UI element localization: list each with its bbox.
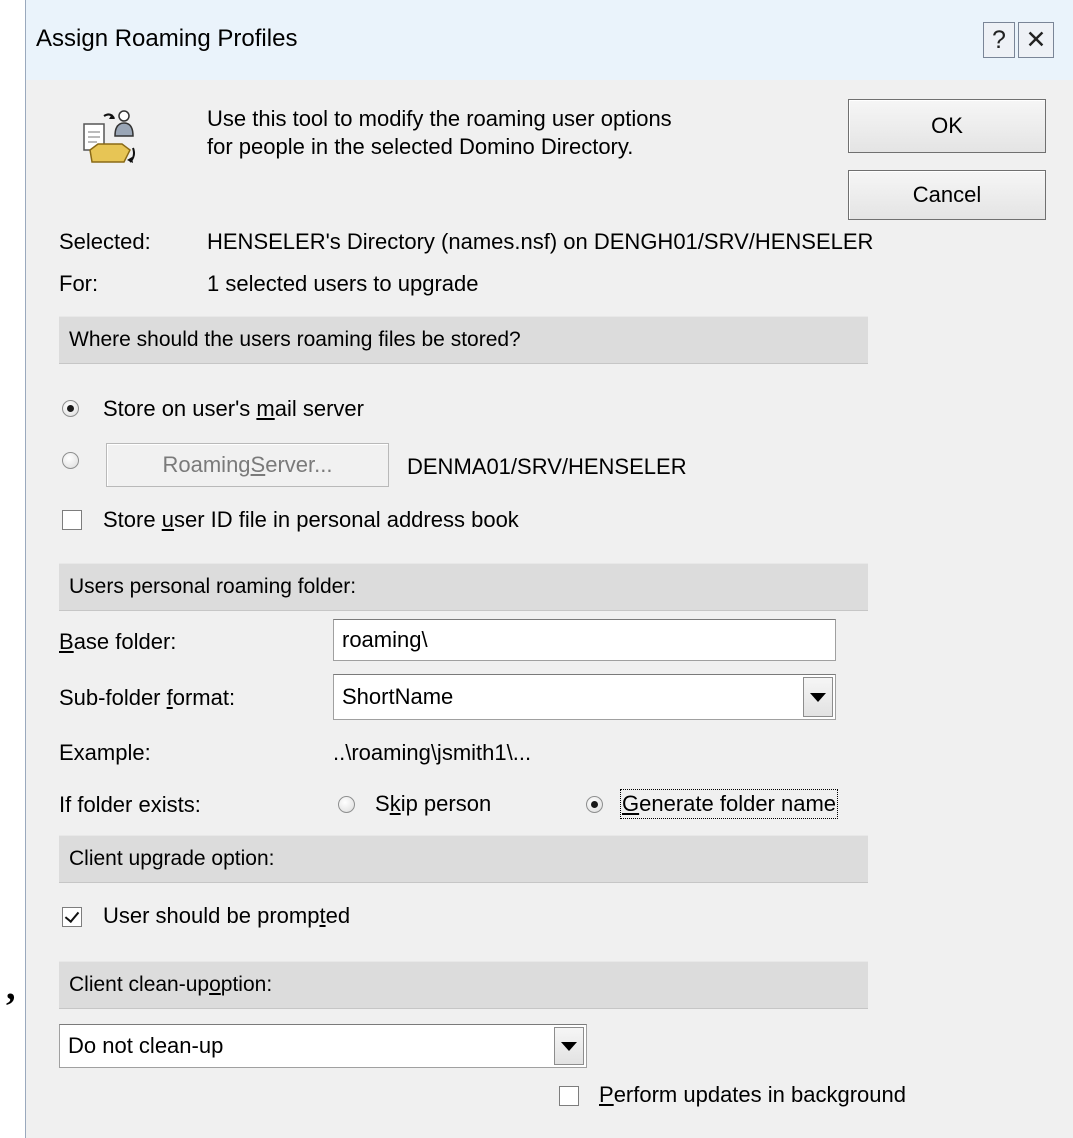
- upgrade-section-header: Client upgrade option:: [59, 835, 868, 883]
- ok-button[interactable]: OK: [848, 99, 1046, 153]
- cleanup-option-select[interactable]: Do not clean-up: [59, 1024, 587, 1068]
- background-updates-checkbox[interactable]: [559, 1086, 579, 1106]
- base-folder-label: Base folder:: [59, 629, 177, 654]
- user-prompted-label[interactable]: User should be prompted: [103, 903, 350, 929]
- close-icon[interactable]: ✕: [1018, 22, 1054, 58]
- if-folder-exists-label: If folder exists:: [59, 792, 201, 817]
- generate-folder-name-radio[interactable]: [586, 796, 603, 813]
- intro-line-1: Use this tool to modify the roaming user…: [207, 106, 672, 131]
- generate-folder-name-label[interactable]: Generate folder name: [619, 789, 839, 819]
- chevron-down-icon[interactable]: [554, 1027, 584, 1065]
- skip-person-radio[interactable]: [338, 796, 355, 813]
- intro-line-2: for people in the selected Domino Direct…: [207, 134, 634, 159]
- roaming-users-icon: [83, 110, 135, 163]
- title-bar: Assign Roaming Profiles ? ✕: [26, 0, 1073, 80]
- storage-section-header: Where should the users roaming files be …: [59, 316, 868, 364]
- selected-label: Selected:: [59, 229, 151, 254]
- for-value: 1 selected users to upgrade: [207, 271, 479, 296]
- for-label: For:: [59, 271, 99, 296]
- roaming-server-value: DENMA01/SRV/HENSELER: [407, 454, 687, 479]
- cleanup-option-value: Do not clean-up: [68, 1033, 224, 1058]
- window-title: Assign Roaming Profiles: [36, 25, 298, 52]
- mail-server-radio[interactable]: [62, 400, 79, 417]
- subfolder-format-select[interactable]: ShortName: [333, 674, 836, 720]
- chevron-down-icon[interactable]: [803, 677, 833, 717]
- subfolder-format-label: Sub-folder format:: [59, 685, 236, 710]
- mail-server-label[interactable]: Store on user's mail server: [103, 396, 364, 422]
- assign-roaming-profiles-dialog: Assign Roaming Profiles ? ✕ Use this too…: [25, 0, 1073, 1138]
- user-prompted-checkbox[interactable]: [62, 907, 82, 927]
- stray-comma: ,: [6, 966, 16, 1008]
- cleanup-section-header: Client clean-up o ption:: [59, 961, 868, 1009]
- selected-value: HENSELER's Directory (names.nsf) on DENG…: [207, 229, 874, 254]
- roaming-server-radio[interactable]: [62, 452, 79, 469]
- help-icon[interactable]: ?: [983, 22, 1015, 58]
- cancel-button[interactable]: Cancel: [848, 170, 1046, 220]
- folder-section-header: Users personal roaming folder:: [59, 563, 868, 611]
- store-id-label[interactable]: Store user ID file in personal address b…: [103, 507, 519, 533]
- subfolder-format-value: ShortName: [342, 684, 454, 709]
- store-id-checkbox[interactable]: [62, 510, 82, 530]
- roaming-server-button[interactable]: Roaming Server...: [106, 443, 389, 487]
- base-folder-input[interactable]: roaming\: [333, 619, 836, 661]
- skip-person-label[interactable]: Skip person: [375, 791, 491, 817]
- background-updates-label[interactable]: Perform updates in background: [599, 1082, 906, 1108]
- dialog-client-area: Use this tool to modify the roaming user…: [26, 80, 1073, 1138]
- example-value: ..\roaming\jsmith1\...: [333, 740, 532, 765]
- example-label: Example:: [59, 740, 151, 765]
